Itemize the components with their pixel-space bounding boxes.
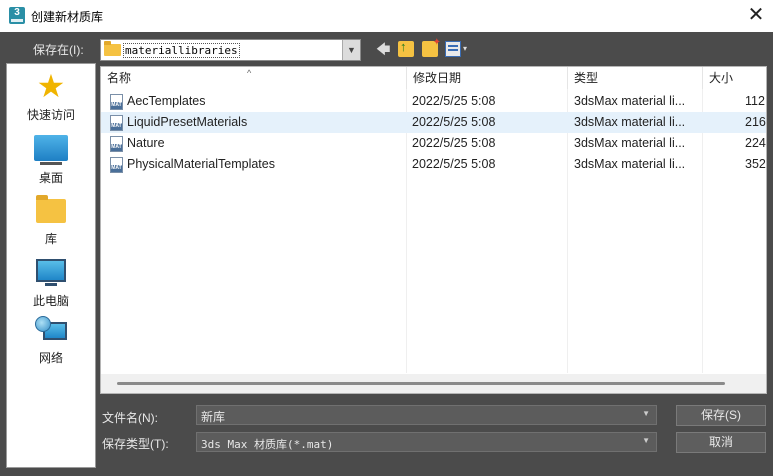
view-menu-icon[interactable] — [445, 41, 461, 57]
file-row[interactable]: AecTemplates 2022/5/25 5:08 3dsMax mater… — [101, 91, 766, 112]
library-folder-icon — [36, 195, 66, 223]
column-header-label: 大小 — [709, 71, 734, 85]
place-label: 网络 — [38, 351, 63, 365]
sort-ascending-icon: ^ — [247, 68, 252, 78]
mat-file-icon — [110, 115, 123, 131]
file-size: 352 — [745, 157, 766, 171]
column-header-name[interactable]: 名称 ^ — [101, 67, 407, 89]
place-label: 桌面 — [38, 171, 63, 185]
chevron-down-icon[interactable]: ▼ — [342, 40, 360, 60]
back-arrow-icon[interactable]: 🡄 — [376, 41, 390, 57]
computer-icon — [36, 259, 66, 286]
place-quick-access[interactable]: ★ 快速访问 — [7, 70, 95, 123]
place-desktop[interactable]: 桌面 — [7, 132, 95, 186]
file-row-selected[interactable]: LiquidPresetMaterials 2022/5/25 5:08 3ds… — [101, 112, 766, 133]
column-header-modified[interactable]: 修改日期 — [407, 67, 568, 89]
view-menu-chevron-icon[interactable]: ▾ — [463, 41, 471, 57]
file-size: 112 — [745, 94, 765, 108]
save-in-combobox[interactable]: materiallibraries ▼ — [100, 39, 361, 61]
file-type: 3dsMax material li... — [574, 94, 686, 108]
chevron-down-icon[interactable]: ▼ — [642, 436, 650, 445]
close-button[interactable]: ✕ — [739, 0, 773, 32]
desktop-icon — [34, 135, 68, 165]
file-name: Nature — [127, 136, 165, 150]
place-label: 此电脑 — [32, 294, 69, 308]
place-network[interactable]: 网络 — [7, 316, 95, 366]
places-bar: ★ 快速访问 桌面 库 此电脑 网络 — [6, 63, 96, 468]
file-row[interactable]: Nature 2022/5/25 5:08 3dsMax material li… — [101, 133, 766, 154]
save-button[interactable]: 保存(S) — [676, 405, 766, 426]
column-header-size[interactable]: 大小 — [703, 67, 766, 89]
place-library[interactable]: 库 — [7, 195, 95, 247]
file-name: AecTemplates — [127, 94, 206, 108]
up-folder-icon[interactable] — [398, 39, 414, 57]
mat-file-icon — [110, 94, 123, 110]
filename-field[interactable]: 新库 ▼ — [196, 405, 657, 425]
filename-label: 文件名(N): — [102, 411, 158, 425]
filetype-value: 3ds Max 材质库(*.mat) — [201, 438, 334, 451]
mat-file-icon — [110, 157, 123, 173]
file-modified: 2022/5/25 5:08 — [412, 157, 496, 171]
chevron-down-icon[interactable]: ▼ — [642, 409, 650, 418]
filetype-label: 保存类型(T): — [102, 437, 169, 451]
column-header-label: 名称 — [107, 71, 132, 85]
place-label: 库 — [44, 232, 57, 246]
place-this-pc[interactable]: 此电脑 — [7, 256, 95, 309]
filetype-select[interactable]: 3ds Max 材质库(*.mat) ▼ — [196, 432, 657, 452]
file-modified: 2022/5/25 5:08 — [412, 115, 496, 129]
file-type: 3dsMax material li... — [574, 115, 686, 129]
column-header-type[interactable]: 类型 — [568, 67, 703, 89]
3dsmax-app-icon: 3 — [9, 7, 25, 24]
file-type: 3dsMax material li... — [574, 157, 686, 171]
column-header-label: 类型 — [574, 71, 599, 85]
file-type: 3dsMax material li... — [574, 136, 686, 150]
file-list[interactable]: 名称 ^ 修改日期 类型 大小 AecTemplates 2022/5/25 5… — [100, 66, 767, 394]
window-title: 创建新材质库 — [31, 10, 104, 24]
file-name: LiquidPresetMaterials — [127, 115, 248, 129]
save-in-value: materiallibraries — [123, 43, 240, 58]
place-label: 快速访问 — [26, 108, 75, 122]
filename-value: 新库 — [201, 410, 226, 424]
file-modified: 2022/5/25 5:08 — [412, 94, 496, 108]
save-in-label: 保存在(I): — [33, 43, 84, 57]
new-folder-icon[interactable] — [422, 37, 441, 57]
mat-file-icon — [110, 136, 123, 152]
cancel-button[interactable]: 取消 — [676, 432, 766, 453]
file-size: 224 — [745, 136, 766, 150]
star-icon: ★ — [36, 68, 66, 104]
scrollbar-thumb[interactable] — [117, 382, 725, 385]
file-row[interactable]: PhysicalMaterialTemplates 2022/5/25 5:08… — [101, 154, 766, 175]
title-bar: 3 创建新材质库 ✕ — [0, 0, 773, 32]
file-size: 216 — [745, 115, 766, 129]
folder-icon — [104, 41, 121, 56]
file-name: PhysicalMaterialTemplates — [127, 157, 275, 171]
horizontal-scrollbar[interactable] — [101, 374, 766, 393]
column-header-label: 修改日期 — [413, 71, 462, 85]
file-modified: 2022/5/25 5:08 — [412, 136, 496, 150]
network-icon — [35, 316, 67, 346]
